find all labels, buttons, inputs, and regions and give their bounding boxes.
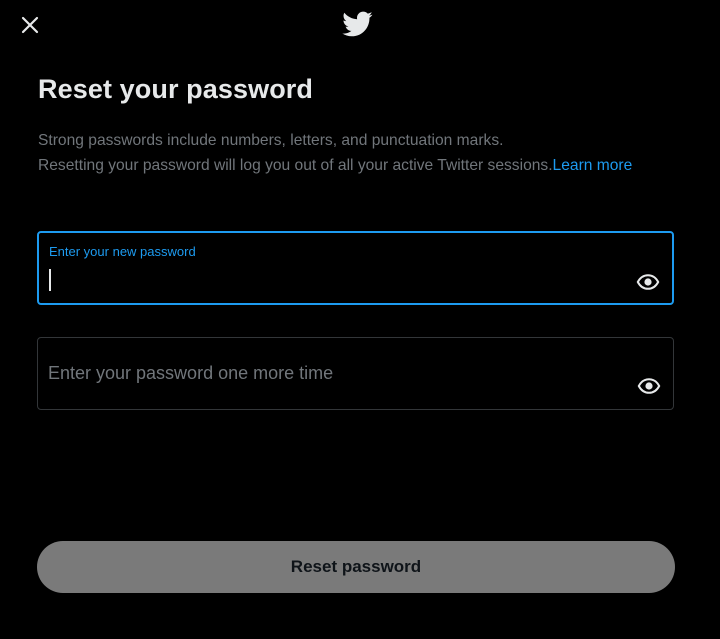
description-line-2: Resetting your password will log you out… [38,157,553,174]
learn-more-link[interactable]: Learn more [553,157,633,174]
text-cursor [49,269,51,291]
description-line-1: Strong passwords include numbers, letter… [38,132,504,149]
eye-icon[interactable] [637,374,661,398]
page-title: Reset your password [38,74,313,104]
new-password-field[interactable]: Enter your new password [37,231,674,305]
reset-password-modal: Reset your password Strong passwords inc… [0,0,720,639]
close-icon [21,16,39,34]
twitter-bird-icon [342,11,373,37]
new-password-input[interactable] [49,265,622,293]
description: Strong passwords include numbers, letter… [38,128,683,178]
reset-password-button[interactable]: Reset password [37,541,675,593]
eye-icon[interactable] [636,270,660,294]
confirm-password-field[interactable] [37,337,674,410]
new-password-label: Enter your new password [49,244,196,259]
close-button[interactable] [14,9,46,41]
confirm-password-input[interactable] [48,358,623,388]
